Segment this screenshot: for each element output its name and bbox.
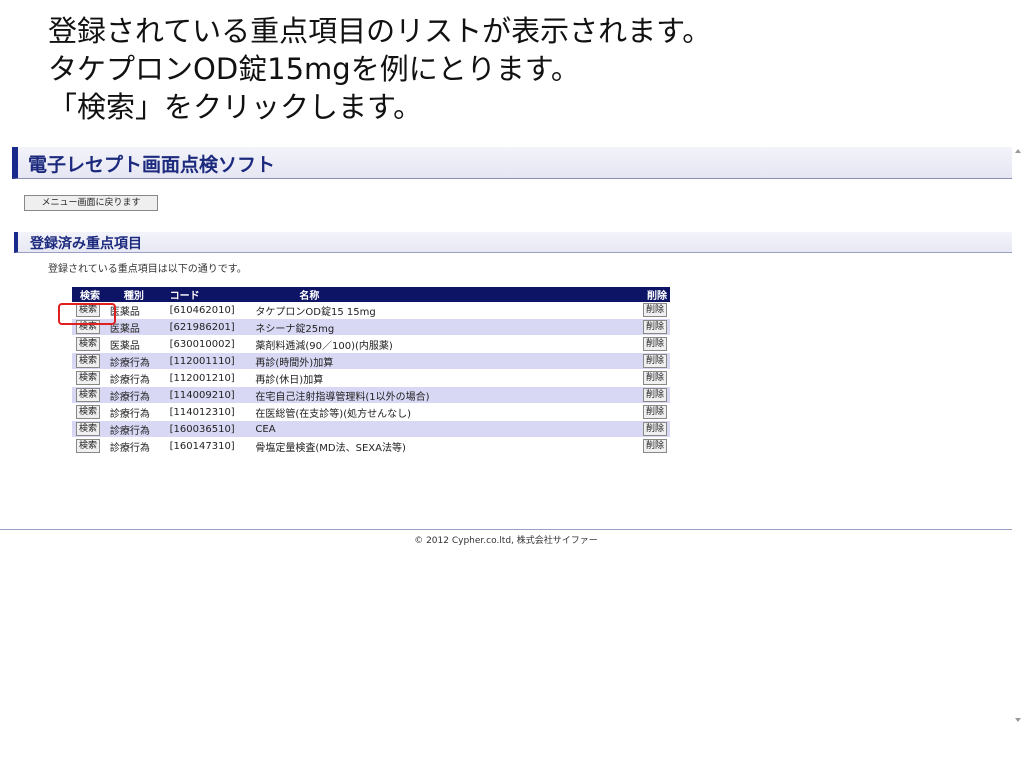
- scroll-down-icon[interactable]: [1015, 718, 1021, 722]
- table-row: 検索 診療行為 [160036510] CEA 削除: [72, 420, 670, 438]
- app-window: 電子レセプト画面点検ソフト メニュー画面に戻ります 登録済み重点項目 登録されて…: [0, 143, 1012, 768]
- delete-button[interactable]: 削除: [642, 405, 667, 419]
- section-title: 登録済み重点項目: [30, 236, 142, 252]
- search-cell: 検索: [72, 335, 110, 353]
- delete-cell: 削除: [642, 369, 670, 387]
- table-row: 検索 診療行為 [112001210] 再診(休日)加算 削除: [72, 369, 670, 387]
- back-to-menu-button[interactable]: メニュー画面に戻ります: [24, 195, 158, 211]
- delete-button[interactable]: 削除: [642, 337, 667, 351]
- header-delete: 削除: [642, 287, 670, 302]
- name-cell: 在宅自己注射指導管理料(1以外の場合): [255, 386, 643, 404]
- search-cell: 検索: [72, 437, 110, 455]
- header-search: 検索: [72, 287, 110, 302]
- search-button[interactable]: 検索: [76, 388, 101, 402]
- kind-cell: 医薬品: [109, 302, 170, 319]
- caption-line-1: 登録されている重点項目のリストが表示されます。: [48, 14, 712, 48]
- table-header-row: 検索 種別 コード 名称 削除: [72, 287, 670, 302]
- section-description: 登録されている重点項目は以下の通りです。: [48, 264, 247, 275]
- search-button[interactable]: 検索: [76, 303, 101, 317]
- header-kind: 種別: [109, 287, 170, 302]
- search-cell: 検索: [72, 369, 110, 387]
- delete-button[interactable]: 削除: [642, 320, 667, 334]
- search-button[interactable]: 検索: [76, 320, 101, 334]
- code-cell: [114012310]: [169, 403, 256, 421]
- footer-copyright: © 2012 Cypher.co.ltd, 株式会社サイファー: [414, 536, 598, 546]
- caption-line-3: 「検索」をクリックします。: [48, 90, 423, 124]
- kind-cell: 診療行為: [109, 403, 170, 421]
- table-row: 検索 医薬品 [630010002] 薬剤料逓減(90／100)(内服薬) 削除: [72, 335, 670, 353]
- search-cell: 検索: [72, 403, 110, 421]
- table-row: 検索 診療行為 [112001110] 再診(時間外)加算 削除: [72, 352, 670, 370]
- search-cell: 検索: [72, 318, 110, 336]
- caption-line-2: タケプロンOD錠15mgを例にとります。: [48, 52, 580, 86]
- delete-cell: 削除: [642, 352, 670, 370]
- delete-button[interactable]: 削除: [642, 388, 667, 402]
- code-cell: [621986201]: [169, 318, 256, 336]
- table-row: 検索 診療行為 [114009210] 在宅自己注射指導管理料(1以外の場合) 削除: [72, 386, 670, 404]
- search-cell: 検索: [72, 386, 110, 404]
- delete-button[interactable]: 削除: [642, 354, 667, 368]
- name-cell: 骨塩定量検査(MD法、SEXA法等): [255, 437, 643, 455]
- code-cell: [112001210]: [169, 369, 256, 387]
- delete-button[interactable]: 削除: [642, 371, 667, 385]
- delete-cell: 削除: [642, 335, 670, 353]
- delete-button[interactable]: 削除: [642, 439, 667, 453]
- code-cell: [114009210]: [169, 386, 256, 404]
- code-cell: [610462010]: [169, 302, 256, 319]
- scroll-up-icon[interactable]: [1015, 149, 1021, 153]
- search-cell: 検索: [72, 420, 110, 438]
- search-button[interactable]: 検索: [76, 405, 101, 419]
- name-cell: ネシーナ錠25mg: [255, 318, 643, 336]
- kind-cell: 診療行為: [109, 420, 170, 438]
- search-button[interactable]: 検索: [76, 422, 101, 436]
- search-button[interactable]: 検索: [76, 337, 101, 351]
- delete-cell: 削除: [642, 302, 670, 319]
- slide-caption: 登録されている重点項目のリストが表示されます。 タケプロンOD錠15mgを例にと…: [48, 12, 711, 126]
- name-cell: CEA: [255, 420, 643, 438]
- kind-cell: 診療行為: [109, 352, 170, 370]
- code-cell: [630010002]: [169, 335, 256, 353]
- table-row: 検索 医薬品 [621986201] ネシーナ錠25mg 削除: [72, 318, 670, 336]
- header-code: コード: [169, 287, 256, 302]
- table-row: 検索 診療行為 [114012310] 在医総管(在支診等)(処方せんなし) 削除: [72, 403, 670, 421]
- search-button[interactable]: 検索: [76, 354, 101, 368]
- name-cell: 再診(休日)加算: [255, 369, 643, 387]
- kind-cell: 医薬品: [109, 335, 170, 353]
- delete-cell: 削除: [642, 318, 670, 336]
- name-cell: 在医総管(在支診等)(処方せんなし): [255, 403, 643, 421]
- delete-cell: 削除: [642, 420, 670, 438]
- delete-cell: 削除: [642, 437, 670, 455]
- registered-items-table: 検索 種別 コード 名称 削除 検索 医薬品 [610462010] タケプロンOD錠…: [72, 287, 670, 455]
- delete-button[interactable]: 削除: [642, 422, 667, 436]
- code-cell: [160147310]: [169, 437, 256, 455]
- code-cell: [112001110]: [169, 352, 256, 370]
- section-header: 登録済み重点項目: [14, 232, 1012, 253]
- delete-button[interactable]: 削除: [642, 303, 667, 317]
- delete-cell: 削除: [642, 386, 670, 404]
- code-cell: [160036510]: [169, 420, 256, 438]
- kind-cell: 診療行為: [109, 437, 170, 455]
- vertical-scrollbar[interactable]: [1012, 143, 1024, 728]
- search-cell: 検索: [72, 352, 110, 370]
- footer-divider: [0, 529, 1012, 530]
- search-button[interactable]: 検索: [76, 371, 101, 385]
- table-row: 検索 診療行為 [160147310] 骨塩定量検査(MD法、SEXA法等) 削除: [72, 437, 670, 455]
- app-header: 電子レセプト画面点検ソフト: [12, 147, 1012, 179]
- kind-cell: 診療行為: [109, 386, 170, 404]
- name-cell: 再診(時間外)加算: [255, 352, 643, 370]
- delete-cell: 削除: [642, 403, 670, 421]
- name-cell: タケプロンOD錠15 15mg: [255, 302, 643, 319]
- app-title: 電子レセプト画面点検ソフト: [28, 154, 276, 176]
- header-name: 名称: [255, 287, 643, 302]
- name-cell: 薬剤料逓減(90／100)(内服薬): [255, 335, 643, 353]
- table-row: 検索 医薬品 [610462010] タケプロンOD錠15 15mg 削除: [72, 302, 670, 319]
- kind-cell: 医薬品: [109, 318, 170, 336]
- kind-cell: 診療行為: [109, 369, 170, 387]
- search-button[interactable]: 検索: [76, 439, 101, 453]
- search-cell: 検索: [72, 302, 110, 319]
